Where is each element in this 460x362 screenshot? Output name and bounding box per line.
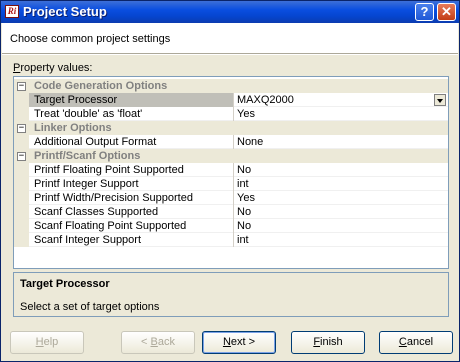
app-icon: Ri bbox=[5, 5, 19, 18]
row-margin bbox=[14, 163, 29, 177]
column-divider[interactable] bbox=[233, 177, 234, 191]
wizard-subtitle: Choose common project settings bbox=[10, 33, 171, 45]
next-button[interactable]: Next > bbox=[202, 331, 276, 354]
project-setup-window: Ri Project Setup ? ✕ Choose common proje… bbox=[0, 0, 460, 362]
property-name: Additional Output Format bbox=[34, 136, 157, 148]
category-label: Printf/Scanf Options bbox=[34, 150, 141, 162]
property-row[interactable]: Treat 'double' as 'float' Yes bbox=[14, 107, 448, 121]
category-row[interactable]: − Printf/Scanf Options bbox=[14, 149, 448, 163]
property-name: Scanf Integer Support bbox=[34, 234, 142, 246]
collapse-toggle-icon[interactable]: − bbox=[17, 124, 26, 133]
property-value[interactable]: No bbox=[237, 220, 251, 232]
category-label: Code Generation Options bbox=[34, 80, 168, 92]
property-row[interactable]: Printf Floating Point Supported No bbox=[14, 163, 448, 177]
column-divider[interactable] bbox=[233, 205, 234, 219]
title-bar[interactable]: Ri Project Setup ? ✕ bbox=[1, 1, 459, 23]
column-divider[interactable] bbox=[233, 107, 234, 121]
column-divider[interactable] bbox=[233, 233, 234, 247]
property-value[interactable]: Yes bbox=[237, 192, 255, 204]
row-margin bbox=[14, 205, 29, 219]
help-title-button[interactable]: ? bbox=[415, 3, 434, 21]
category-row[interactable]: − Linker Options bbox=[14, 121, 448, 135]
help-button[interactable]: Help bbox=[10, 331, 84, 354]
property-row[interactable]: Additional Output Format None bbox=[14, 135, 448, 149]
property-name: Printf Integer Support bbox=[34, 178, 139, 190]
property-value[interactable]: int bbox=[237, 178, 249, 190]
description-title: Target Processor bbox=[20, 278, 110, 290]
property-row[interactable]: Scanf Classes Supported No bbox=[14, 205, 448, 219]
column-divider[interactable] bbox=[233, 219, 234, 233]
column-divider[interactable] bbox=[233, 135, 234, 149]
property-value[interactable]: None bbox=[237, 136, 263, 148]
property-value[interactable]: Yes bbox=[237, 108, 255, 120]
row-margin bbox=[14, 233, 29, 247]
property-name: Printf Floating Point Supported bbox=[34, 164, 184, 176]
column-divider[interactable] bbox=[233, 163, 234, 177]
row-margin bbox=[14, 93, 29, 107]
property-row[interactable]: Target Processor MAXQ2000 bbox=[14, 93, 448, 107]
collapse-toggle-icon[interactable]: − bbox=[17, 152, 26, 161]
finish-button[interactable]: Finish bbox=[291, 331, 365, 354]
description-panel: Target Processor Select a set of target … bbox=[13, 272, 449, 317]
property-name: Scanf Classes Supported bbox=[34, 206, 159, 218]
row-margin bbox=[14, 219, 29, 233]
header-separator bbox=[2, 53, 458, 55]
property-name: Treat 'double' as 'float' bbox=[34, 108, 143, 120]
window-title: Project Setup bbox=[23, 4, 107, 19]
dropdown-arrow-icon[interactable] bbox=[434, 94, 446, 106]
property-values-label: Property values: bbox=[13, 62, 93, 74]
close-button[interactable]: ✕ bbox=[437, 3, 456, 21]
property-name: Scanf Floating Point Supported bbox=[34, 220, 187, 232]
description-text: Select a set of target options bbox=[20, 301, 160, 313]
row-margin bbox=[14, 107, 29, 121]
property-row[interactable]: Printf Integer Support int bbox=[14, 177, 448, 191]
cancel-button[interactable]: Cancel bbox=[379, 331, 453, 354]
category-row[interactable]: − Code Generation Options bbox=[14, 79, 448, 93]
property-value[interactable]: MAXQ2000 bbox=[237, 94, 294, 106]
column-divider[interactable] bbox=[233, 93, 234, 107]
property-row[interactable]: Printf Width/Precision Supported Yes bbox=[14, 191, 448, 205]
property-row[interactable]: Scanf Floating Point Supported No bbox=[14, 219, 448, 233]
property-name: Target Processor bbox=[34, 94, 118, 106]
property-name: Printf Width/Precision Supported bbox=[34, 192, 193, 204]
row-margin bbox=[14, 177, 29, 191]
collapse-toggle-icon[interactable]: − bbox=[17, 82, 26, 91]
property-value[interactable]: int bbox=[237, 234, 249, 246]
row-margin bbox=[14, 191, 29, 205]
wizard-header: Choose common project settings bbox=[2, 23, 458, 53]
column-divider[interactable] bbox=[233, 191, 234, 205]
property-value[interactable]: No bbox=[237, 206, 251, 218]
back-button[interactable]: < Back bbox=[121, 331, 195, 354]
property-grid[interactable]: − Code Generation Options Target Processor… bbox=[13, 76, 449, 269]
property-row[interactable]: Scanf Integer Support int bbox=[14, 233, 448, 247]
property-value[interactable]: No bbox=[237, 164, 251, 176]
row-margin bbox=[14, 135, 29, 149]
category-label: Linker Options bbox=[34, 122, 112, 134]
